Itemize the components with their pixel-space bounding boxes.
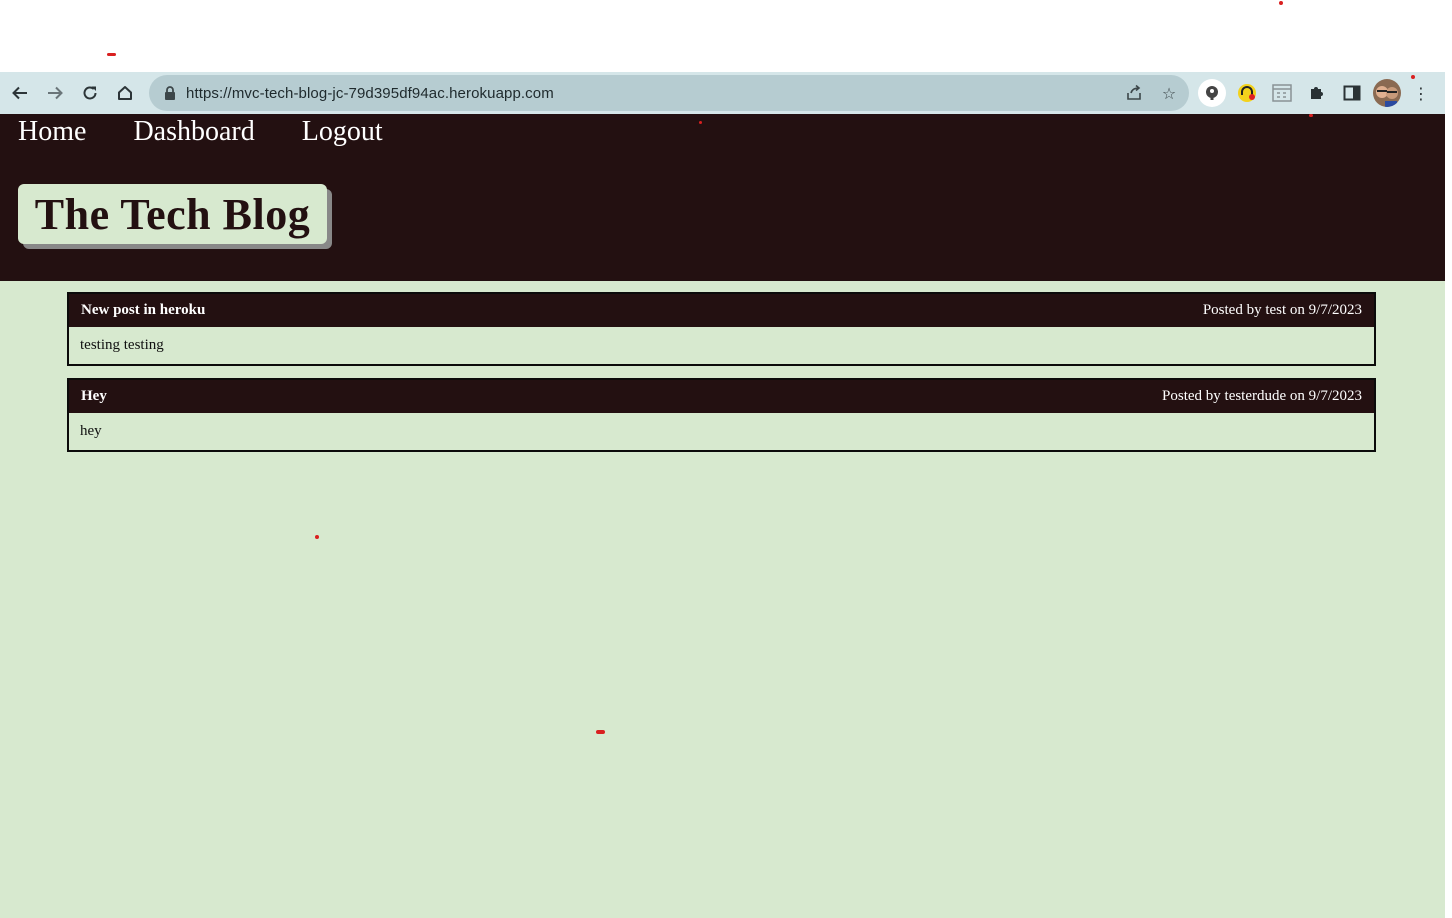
post-card[interactable]: New post in heroku Posted by test on 9/7… bbox=[67, 292, 1376, 366]
address-bar[interactable]: https://mvc-tech-blog-jc-79d395df94ac.he… bbox=[149, 75, 1189, 111]
site-nav: Home Dashboard Logout bbox=[18, 116, 430, 148]
lock-icon[interactable] bbox=[163, 86, 177, 100]
nav-link-logout[interactable]: Logout bbox=[302, 116, 383, 148]
bookmark-star-icon[interactable]: ☆ bbox=[1159, 83, 1179, 103]
post-meta: Posted by testerdude on 9/7/2023 bbox=[1162, 388, 1362, 404]
artifact-mark bbox=[1411, 75, 1415, 79]
password-manager-icon[interactable] bbox=[1198, 79, 1226, 107]
site-header: Home Dashboard Logout The Tech Blog bbox=[0, 114, 1445, 281]
post-body: hey bbox=[80, 423, 102, 439]
browser-toolbar: https://mvc-tech-blog-jc-79d395df94ac.he… bbox=[0, 72, 1445, 114]
nav-link-dashboard[interactable]: Dashboard bbox=[133, 116, 254, 148]
post-body: testing testing bbox=[80, 337, 164, 353]
window-edge bbox=[1445, 72, 1452, 918]
artifact-mark bbox=[107, 53, 116, 56]
site-title: The Tech Blog bbox=[34, 189, 311, 239]
forward-arrow-icon[interactable] bbox=[37, 72, 72, 114]
kebab-menu-icon[interactable]: ⋮ bbox=[1407, 79, 1435, 107]
artifact-mark bbox=[699, 121, 702, 124]
artifact-mark bbox=[1309, 114, 1313, 117]
calendar-extension-icon[interactable] bbox=[1268, 79, 1296, 107]
home-icon[interactable] bbox=[107, 72, 142, 114]
post-header: New post in heroku Posted by test on 9/7… bbox=[69, 294, 1374, 327]
puzzle-extensions-icon[interactable] bbox=[1303, 79, 1331, 107]
post-list: New post in heroku Posted by test on 9/7… bbox=[67, 292, 1376, 464]
url-text[interactable]: https://mvc-tech-blog-jc-79d395df94ac.he… bbox=[186, 85, 554, 102]
nav-link-home[interactable]: Home bbox=[18, 116, 86, 148]
post-header: Hey Posted by testerdude on 9/7/2023 bbox=[69, 380, 1374, 413]
post-meta: Posted by test on 9/7/2023 bbox=[1202, 302, 1362, 318]
back-arrow-icon[interactable] bbox=[2, 72, 37, 114]
artifact-mark bbox=[315, 535, 319, 539]
profile-avatar[interactable] bbox=[1373, 79, 1401, 107]
share-icon[interactable] bbox=[1124, 83, 1144, 103]
artifact-mark bbox=[1279, 1, 1283, 5]
page-content: Home Dashboard Logout The Tech Blog New … bbox=[0, 114, 1445, 918]
brand-box: The Tech Blog bbox=[18, 184, 327, 244]
reload-icon[interactable] bbox=[72, 72, 107, 114]
post-card[interactable]: Hey Posted by testerdude on 9/7/2023 hey bbox=[67, 378, 1376, 452]
post-title[interactable]: Hey bbox=[81, 388, 107, 405]
post-title[interactable]: New post in heroku bbox=[81, 302, 205, 319]
side-panel-icon[interactable] bbox=[1338, 79, 1366, 107]
artifact-mark bbox=[596, 730, 605, 734]
window-top-area bbox=[0, 0, 1452, 72]
audio-extension-icon[interactable] bbox=[1233, 79, 1261, 107]
